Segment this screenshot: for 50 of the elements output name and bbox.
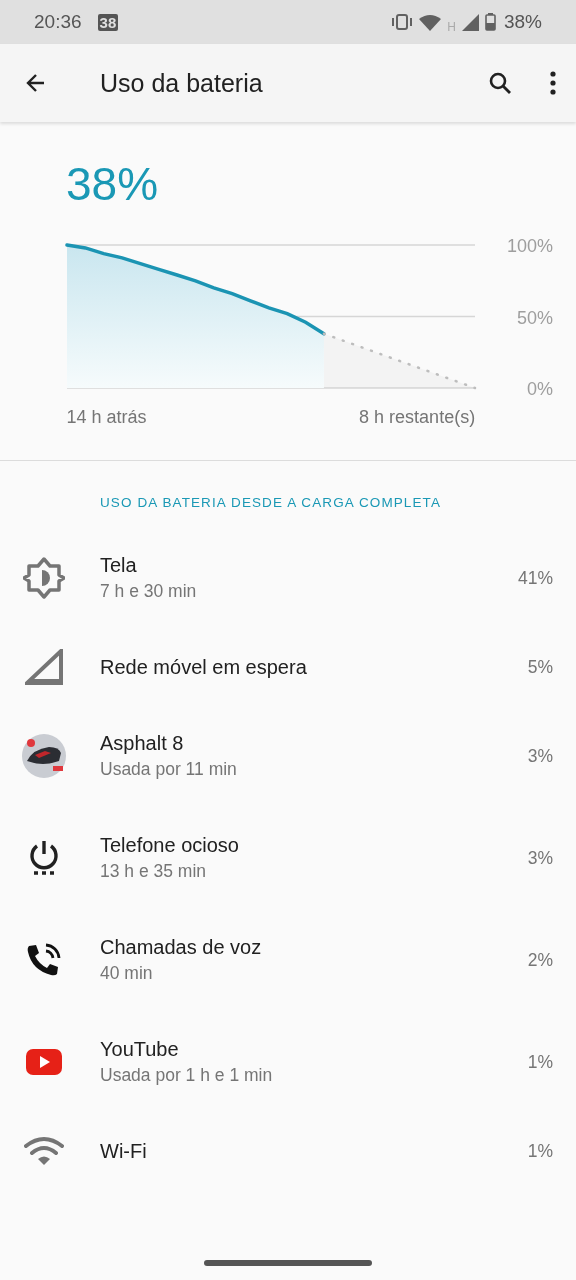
notification-badge: 38 <box>97 13 119 31</box>
signal-icon <box>461 13 479 31</box>
axis-label: 50% <box>516 307 553 328</box>
overflow-menu-icon <box>550 71 556 95</box>
usage-item[interactable]: Wi-Fi 1% <box>0 1113 576 1189</box>
item-subtitle: 7 h e 30 min <box>100 581 198 602</box>
usage-item[interactable]: Asphalt 8 Usada por 11 min 3% <box>0 705 576 807</box>
battery-percent: 38% <box>503 11 542 33</box>
wifi-icon <box>419 13 442 31</box>
usage-item[interactable]: Tela 7 h e 30 min 41% <box>0 527 576 629</box>
signal-icon <box>25 649 63 685</box>
phone-call-icon <box>26 942 62 978</box>
usage-percent: 5% <box>527 656 553 678</box>
battery-icon <box>484 13 496 31</box>
usage-item[interactable]: Telefone ocioso 13 h e 35 min 3% <box>0 807 576 909</box>
usage-percent: 3% <box>527 847 553 869</box>
screen-title: Uso da bateria <box>100 68 264 98</box>
item-subtitle: Usada por 11 min <box>100 759 238 780</box>
power-icon <box>28 840 60 876</box>
usage-percent: 41% <box>517 567 553 589</box>
item-subtitle: 40 min <box>100 963 154 984</box>
usage-percent: 2% <box>527 949 553 971</box>
search-icon <box>488 71 512 95</box>
vibrate-icon <box>391 14 414 30</box>
item-title: Wi-Fi <box>100 1139 148 1163</box>
usage-percent: 1% <box>527 1051 553 1073</box>
item-title: Chamadas de voz <box>100 936 263 959</box>
section-header: USO DA BATERIA DESDE A CARGA COMPLETA <box>99 494 443 512</box>
usage-percent: 1% <box>527 1140 553 1162</box>
axis-label: 8 h restante(s) <box>359 407 476 427</box>
item-title: Rede móvel em espera <box>100 655 308 679</box>
item-subtitle: 13 h e 35 min <box>100 861 208 882</box>
video-play-icon <box>26 1049 62 1075</box>
item-title: Asphalt 8 <box>100 732 185 755</box>
axis-label: 0% <box>527 379 553 399</box>
usage-percent: 3% <box>527 745 553 767</box>
axis-label: 14 h atrás <box>66 407 147 427</box>
usage-item[interactable]: Chamadas de voz 40 min 2% <box>0 909 576 1011</box>
usage-item[interactable]: YouTube Usada por 1 h e 1 min 1% <box>0 1011 576 1113</box>
battery-level-text: 38% <box>66 157 160 212</box>
status-time: 20:36 <box>34 11 82 33</box>
usage-item[interactable]: Rede móvel em espera 5% <box>0 629 576 705</box>
brightness-icon <box>23 557 65 599</box>
item-title: Telefone ocioso <box>100 834 240 857</box>
wifi-icon <box>24 1136 64 1166</box>
item-subtitle: Usada por 1 h e 1 min <box>100 1065 274 1086</box>
item-title: Tela <box>100 554 138 577</box>
car-icon <box>21 733 67 779</box>
axis-label: 100% <box>506 236 553 256</box>
item-title: YouTube <box>100 1038 180 1061</box>
